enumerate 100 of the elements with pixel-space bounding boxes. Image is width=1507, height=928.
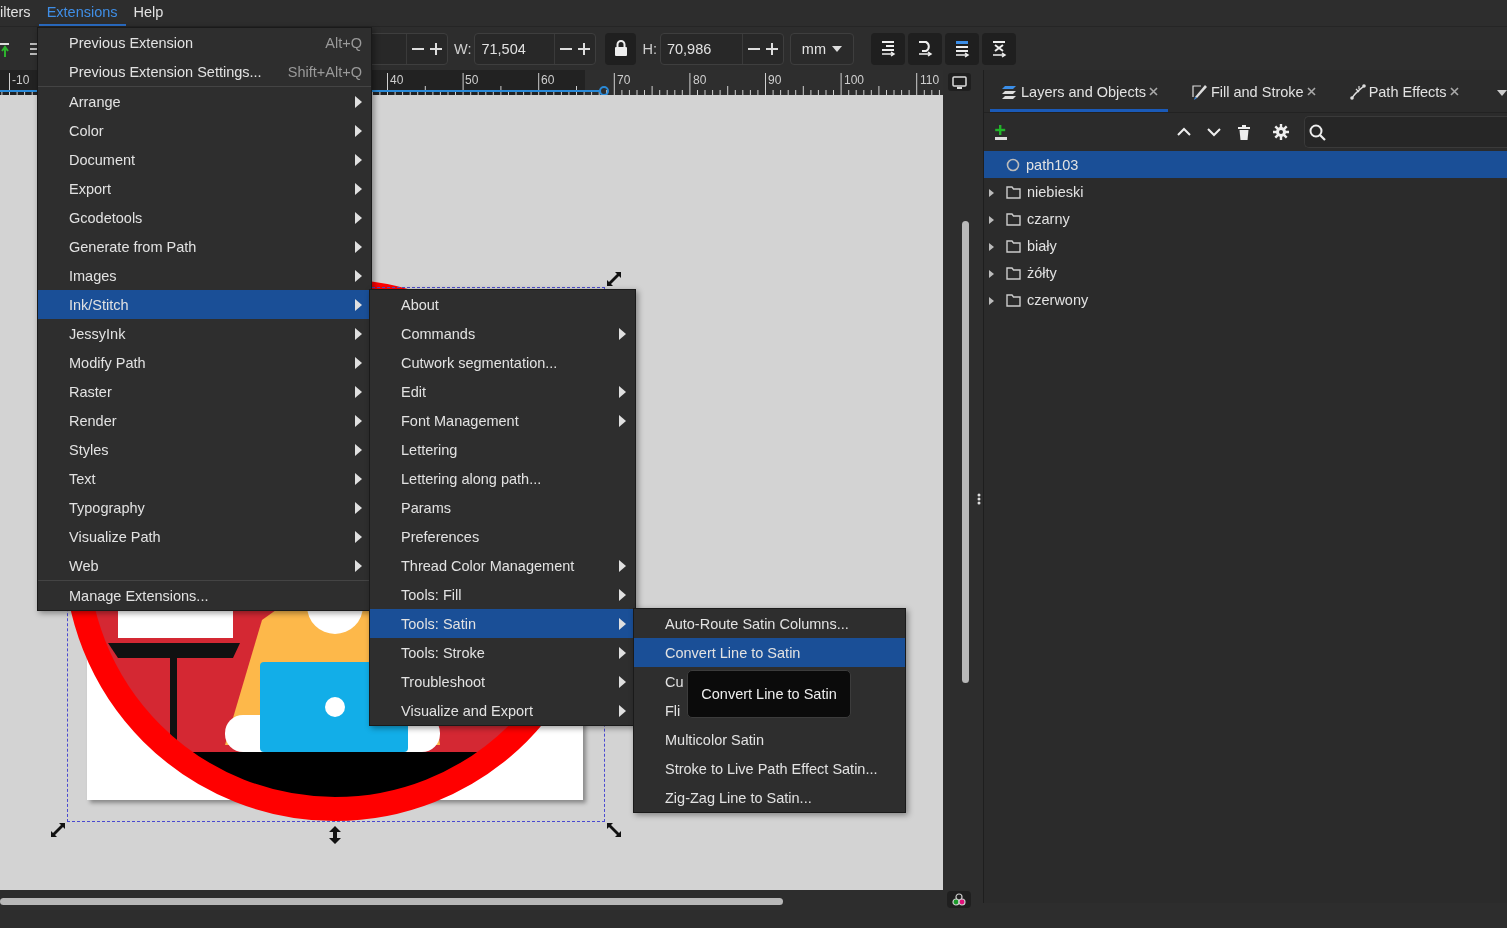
submenu-arrow-icon — [355, 443, 362, 456]
menu-item[interactable]: Lettering along path... — [370, 464, 635, 493]
plus-icon[interactable] — [577, 41, 592, 56]
panel-tab[interactable]: Fill and Stroke — [1179, 74, 1326, 112]
menu-item[interactable]: Multicolor Satin — [634, 725, 905, 754]
display-mode-button[interactable] — [947, 73, 971, 91]
folder-icon — [1006, 211, 1021, 226]
menu-item[interactable]: Web — [38, 551, 371, 580]
search-icon — [1308, 123, 1326, 141]
close-icon[interactable] — [1449, 87, 1459, 96]
menu-title[interactable]: ilters — [0, 0, 39, 26]
plus-icon[interactable] — [764, 41, 779, 56]
toolbar-button[interactable] — [944, 32, 979, 65]
plus-icon[interactable] — [429, 41, 443, 56]
menu-item[interactable]: Tools: Stroke — [370, 638, 635, 667]
expander-icon[interactable] — [988, 296, 996, 305]
brush-icon — [1191, 82, 1208, 101]
menu-item[interactable]: Convert Line to Satin — [634, 638, 905, 667]
close-icon[interactable] — [1148, 87, 1158, 96]
menu-item[interactable]: About — [370, 290, 635, 319]
menu-item[interactable]: Cutwork segmentation... — [370, 348, 635, 377]
layer-row[interactable]: niebieski — [984, 178, 1507, 205]
menu-item[interactable]: Troubleshoot — [370, 667, 635, 696]
menu-item[interactable]: Params — [370, 493, 635, 522]
menu-item[interactable]: Export — [38, 174, 371, 203]
ruler-label: 110 — [920, 73, 940, 87]
menu-item[interactable]: Visualize and Export — [370, 696, 635, 725]
submenu-arrow-icon — [355, 530, 362, 543]
menu-item[interactable]: Gcodetools — [38, 203, 371, 232]
menu-item[interactable]: Font Management — [370, 406, 635, 435]
expander-icon[interactable] — [988, 188, 996, 197]
menu-item[interactable]: Modify Path — [38, 348, 371, 377]
ruler-label: 50 — [465, 73, 479, 87]
menu-item[interactable]: JessyInk — [38, 319, 371, 348]
menu-item[interactable]: Styles — [38, 435, 371, 464]
menu-item[interactable]: Document — [38, 145, 371, 174]
menu-item[interactable]: Tools: Satin — [370, 609, 635, 638]
height-label: H: — [642, 40, 657, 57]
width-field[interactable]: 71,504 — [474, 32, 597, 65]
menu-item[interactable]: Visualize Path — [38, 522, 371, 551]
lock-button[interactable] — [605, 32, 637, 65]
menu-item[interactable]: Typography — [38, 493, 371, 522]
menu-item[interactable]: Preferences — [370, 522, 635, 551]
color-manage-button[interactable] — [947, 891, 971, 908]
scale-handle-icon[interactable] — [605, 821, 623, 839]
menu-item[interactable]: Previous Extension Alt+Q — [38, 28, 371, 57]
menu-item[interactable]: Generate from Path — [38, 232, 371, 261]
panel-tab[interactable]: Layers and Objects — [990, 74, 1168, 112]
layer-row[interactable]: żółty — [984, 259, 1507, 286]
menu-item[interactable]: Images — [38, 261, 371, 290]
menu-item[interactable]: Edit — [370, 377, 635, 406]
menu-item[interactable]: Stroke to Live Path Effect Satin... — [634, 754, 905, 783]
height-field[interactable]: 70,986 — [659, 32, 784, 65]
menu-item[interactable]: Render — [38, 406, 371, 435]
expander-icon[interactable] — [988, 242, 996, 251]
expander-icon[interactable] — [988, 269, 996, 278]
submenu-arrow-icon — [355, 182, 362, 195]
submenu-arrow-icon — [619, 385, 626, 398]
close-icon[interactable] — [1306, 87, 1316, 96]
layer-row[interactable]: czerwony — [984, 286, 1507, 313]
menu-item[interactable]: Color — [38, 116, 371, 145]
menu-item[interactable]: Ink/Stitch — [38, 290, 371, 319]
menu-item[interactable]: Zig-Zag Line to Satin... — [634, 783, 905, 812]
ruler-label: 60 — [541, 73, 555, 87]
menu-item[interactable]: Arrange — [38, 87, 371, 116]
menu-item[interactable]: Raster — [38, 377, 371, 406]
toolbar-button[interactable] — [981, 32, 1016, 65]
submenu-arrow-icon — [619, 675, 626, 688]
menu-item[interactable]: Previous Extension Settings... Shift+Alt+Q — [38, 57, 371, 86]
submenu-arrow-icon — [355, 153, 362, 166]
layer-row[interactable]: biały — [984, 232, 1507, 259]
menu-item[interactable]: Commands — [370, 319, 635, 348]
toolbar-button[interactable] — [907, 32, 942, 65]
object-row[interactable]: path103 — [984, 151, 1507, 178]
menu-title[interactable]: Help — [125, 0, 172, 26]
scale-handle-icon[interactable] — [49, 821, 67, 839]
resize-handle-icon[interactable] — [977, 493, 981, 505]
caret-icon[interactable] — [1497, 90, 1507, 96]
scale-handle-icon[interactable] — [605, 270, 623, 288]
unit-dropdown[interactable]: mm — [789, 32, 854, 65]
path-nodes-icon — [1349, 82, 1366, 101]
scrollbar[interactable] — [0, 898, 783, 905]
folder-icon — [1006, 265, 1021, 280]
submenu-arrow-icon — [619, 646, 626, 659]
menu-item[interactable]: Manage Extensions... — [38, 581, 371, 610]
expander-icon[interactable] — [988, 215, 996, 224]
monitor-icon — [951, 75, 967, 89]
toolbar-button[interactable] — [870, 32, 905, 65]
search-field[interactable] — [1303, 116, 1507, 148]
menu-item[interactable]: Auto-Route Satin Columns... — [634, 609, 905, 638]
menu-item[interactable]: Tools: Fill — [370, 580, 635, 609]
lock-icon — [613, 40, 628, 57]
scrollbar[interactable] — [961, 221, 969, 683]
menu-item[interactable]: Text — [38, 464, 371, 493]
chevron-down-icon — [1207, 126, 1221, 138]
menu-item[interactable]: Lettering — [370, 435, 635, 464]
panel-tab[interactable]: Path Effects — [1337, 74, 1469, 112]
submenu-arrow-icon — [355, 211, 362, 224]
menu-item[interactable]: Thread Color Management — [370, 551, 635, 580]
layer-row[interactable]: czarny — [984, 205, 1507, 232]
